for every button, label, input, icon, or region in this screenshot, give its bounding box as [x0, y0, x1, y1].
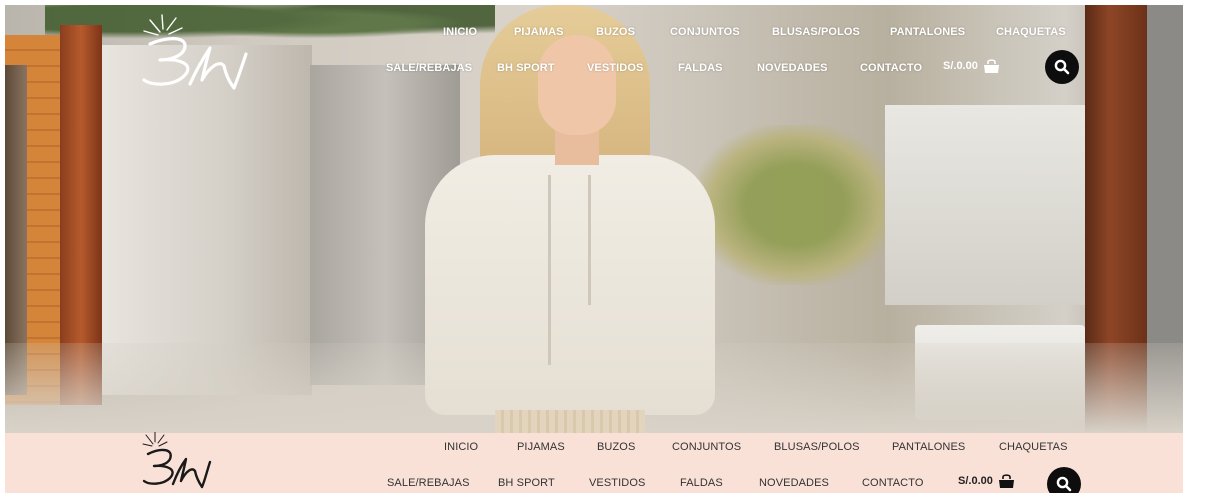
nav-vestidos[interactable]: VESTIDOS — [587, 62, 643, 74]
site-logo[interactable] — [138, 14, 258, 94]
cart-total: S/.0.00 — [943, 60, 978, 72]
model-hoodie — [425, 155, 715, 415]
sticky-search-button[interactable] — [1047, 467, 1081, 493]
nav-bh-sport[interactable]: BH SPORT — [497, 62, 555, 74]
sticky-nav-bh-sport[interactable]: BH SPORT — [498, 477, 555, 489]
shopping-bag-icon — [983, 58, 1000, 74]
nav-blusas-polos[interactable]: BLUSAS/POLOS — [772, 26, 860, 38]
sticky-nav-faldas[interactable]: FALDAS — [680, 477, 723, 489]
nav-chaquetas[interactable]: CHAQUETAS — [996, 26, 1066, 38]
sticky-nav-inicio[interactable]: INICIO — [444, 441, 478, 453]
sticky-nav-sale-rebajas[interactable]: SALE/REBAJAS — [387, 477, 470, 489]
nav-novedades[interactable]: NOVEDADES — [757, 62, 828, 74]
sticky-cart-total: S/.0.00 — [958, 475, 993, 487]
model-face — [538, 35, 616, 135]
sticky-nav-pantalones[interactable]: PANTALONES — [892, 441, 965, 453]
sticky-nav-blusas-polos[interactable]: BLUSAS/POLOS — [774, 441, 860, 453]
sticky-nav-pijamas[interactable]: PIJAMAS — [517, 441, 565, 453]
sticky-nav-vestidos[interactable]: VESTIDOS — [589, 477, 645, 489]
search-icon — [1056, 476, 1072, 492]
sticky-logo[interactable] — [140, 432, 215, 493]
search-button[interactable] — [1045, 50, 1079, 84]
nav-faldas[interactable]: FALDAS — [678, 62, 723, 74]
hoodie-string-left — [548, 175, 551, 365]
nav-pijamas[interactable]: PIJAMAS — [514, 26, 564, 38]
sticky-nav-novedades[interactable]: NOVEDADES — [759, 477, 829, 489]
search-icon — [1054, 59, 1070, 75]
sticky-nav-chaquetas[interactable]: CHAQUETAS — [999, 441, 1068, 453]
hero-garden — [695, 125, 895, 285]
nav-sale-rebajas[interactable]: SALE/REBAJAS — [386, 62, 472, 74]
nav-pantalones[interactable]: PANTALONES — [890, 26, 965, 38]
shopping-bag-icon — [998, 473, 1015, 489]
model-waistband — [495, 410, 645, 433]
nav-buzos[interactable]: BUZOS — [596, 26, 635, 38]
sticky-nav-buzos[interactable]: BUZOS — [597, 441, 635, 453]
hoodie-string-right — [588, 175, 591, 305]
hero-interior — [885, 105, 1085, 305]
nav-contacto[interactable]: CONTACTO — [860, 62, 922, 74]
sticky-cart-button[interactable]: S/.0.00 — [958, 473, 1015, 489]
cart-button[interactable]: S/.0.00 — [943, 58, 1000, 74]
nav-conjuntos[interactable]: CONJUNTOS — [670, 26, 740, 38]
nav-inicio[interactable]: INICIO — [443, 26, 477, 38]
sticky-nav-contacto[interactable]: CONTACTO — [862, 477, 924, 489]
sticky-nav-conjuntos[interactable]: CONJUNTOS — [672, 441, 741, 453]
